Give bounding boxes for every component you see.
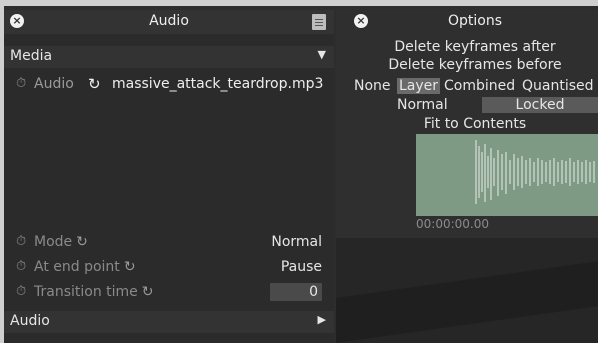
end-point-row: ⏱ At end point ↻ Pause — [4, 257, 334, 279]
blend-normal[interactable]: Normal — [397, 97, 448, 113]
stopwatch-icon[interactable]: ⏱ — [16, 259, 26, 274]
transition-row: ⏱ Transition time ↻ 0 — [4, 282, 334, 304]
blend-locked[interactable]: Locked — [482, 97, 598, 113]
triangle-right-icon[interactable]: ▶ — [318, 313, 326, 326]
panel-title: Audio — [149, 13, 189, 29]
end-point-label: At end point ↻ — [34, 259, 136, 275]
audio-label: Audio — [34, 76, 74, 92]
triangle-down-icon[interactable]: ▼ — [318, 48, 326, 61]
audio-section-header[interactable]: Audio ▶ — [4, 311, 334, 333]
menu-delete-before[interactable]: Delete keyframes before — [352, 56, 598, 74]
stopwatch-icon[interactable]: ⏱ — [16, 76, 26, 91]
audio-panel-titlebar: × Audio — [4, 10, 334, 34]
reset-icon[interactable]: ↻ — [142, 284, 154, 300]
mode-label: Mode ↻ — [34, 234, 88, 250]
stopwatch-icon[interactable]: ⏱ — [16, 234, 26, 249]
mode-combined[interactable]: Combined — [444, 78, 515, 94]
stopwatch-icon[interactable]: ⏱ — [16, 284, 26, 299]
timeline-area[interactable] — [336, 238, 598, 343]
reset-icon[interactable]: ↻ — [88, 75, 101, 93]
mode-none[interactable]: None — [354, 78, 391, 94]
mode-value[interactable]: Normal — [271, 234, 322, 250]
options-menu: Delete keyframes after Delete keyframes … — [352, 38, 598, 74]
menu-delete-after[interactable]: Delete keyframes after — [352, 38, 598, 56]
media-section-header[interactable]: Media ▼ — [4, 46, 334, 68]
reset-icon[interactable]: ↻ — [124, 259, 136, 275]
audio-file-name[interactable]: massive_attack_teardrop.mp3 — [112, 76, 323, 92]
mode-quantised[interactable]: Quantised — [522, 78, 594, 94]
waveform-display[interactable] — [416, 134, 598, 216]
keyframe-mode-row: None Layer Combined Quantised — [352, 78, 598, 96]
fit-to-contents[interactable]: Fit to Contents — [352, 116, 598, 132]
mode-layer[interactable]: Layer — [397, 78, 441, 94]
transition-time-field[interactable]: 0 — [270, 283, 322, 301]
end-point-value[interactable]: Pause — [281, 259, 322, 275]
mode-row: ⏱ Mode ↻ Normal — [4, 232, 334, 254]
audio-panel: × Audio Media ▼ ⏱ Audio ↻ massive_attack… — [4, 10, 334, 343]
audio-file-row: ⏱ Audio ↻ massive_attack_teardrop.mp3 — [4, 74, 334, 96]
media-header-label: Media — [10, 48, 53, 64]
reset-icon[interactable]: ↻ — [76, 234, 88, 250]
document-icon[interactable] — [312, 14, 326, 30]
transition-label: Transition time ↻ — [34, 284, 154, 300]
options-title: Options — [447, 13, 503, 29]
timecode: 00:00:00.00 — [416, 217, 489, 231]
waveform-graphic — [416, 134, 598, 216]
blend-row: Normal Locked — [352, 96, 598, 114]
audio-header-label: Audio — [10, 313, 50, 329]
